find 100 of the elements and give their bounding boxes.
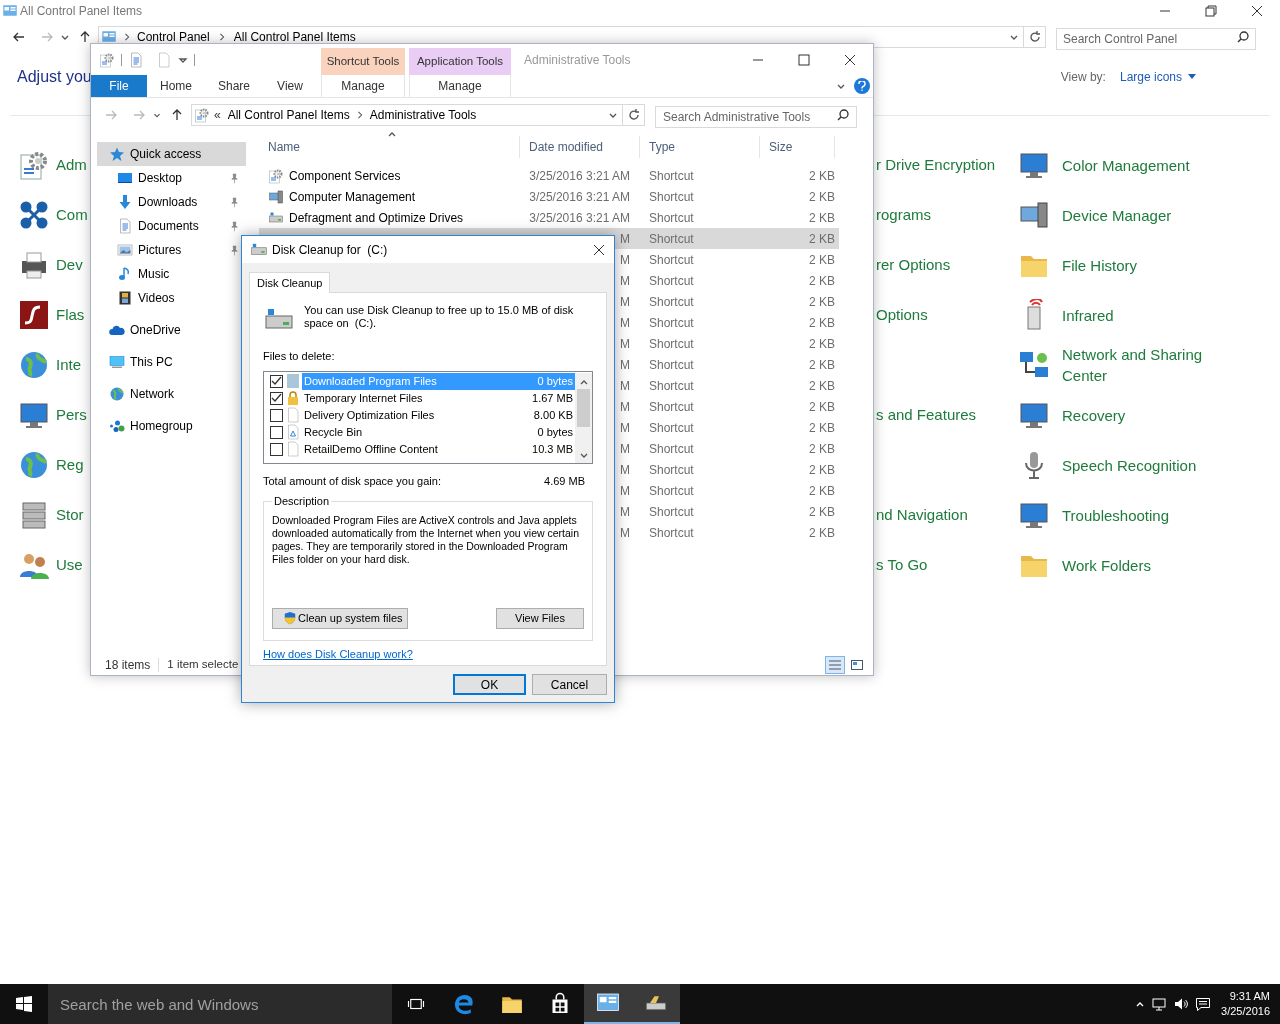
nodes-icon — [18, 199, 50, 231]
control-panel-link[interactable]: Reg — [56, 453, 84, 477]
scrollbar[interactable] — [575, 372, 592, 463]
control-panel-link[interactable]: s To Go — [876, 553, 928, 577]
control-panel-link[interactable]: Speech Recognition — [1062, 454, 1232, 476]
window-title: Administrative Tools — [524, 51, 631, 69]
address-bar[interactable]: « All Control Panel Items Administrative Tools — [191, 104, 645, 126]
column-header[interactable]: Size — [760, 136, 835, 158]
breadcrumb-item[interactable]: All Control Panel Items — [227, 106, 350, 124]
date-cell-text: 3/25/2016 3:21 AM — [529, 188, 630, 206]
file-category[interactable]: Temporary Internet Files 1.67 MB — [302, 389, 575, 407]
control-panel-link[interactable]: s and Features — [876, 403, 977, 427]
control-panel-link[interactable]: rograms — [876, 203, 931, 227]
taskbar-button[interactable] — [632, 984, 680, 1024]
column-header[interactable]: Date modified — [520, 136, 640, 158]
ribbon-tab[interactable]: View — [263, 75, 317, 97]
globe-icon — [18, 349, 50, 381]
control-panel-link[interactable]: Stor — [56, 503, 84, 527]
date-cell-text: M — [620, 524, 630, 542]
control-panel-link[interactable]: rer Options — [876, 253, 951, 277]
nav-item[interactable]: Music — [138, 265, 170, 283]
control-panel-link[interactable]: Com — [56, 203, 88, 227]
nav-item[interactable]: Documents — [138, 217, 199, 235]
column-header[interactable]: Type — [640, 136, 760, 158]
file-category[interactable]: Delivery Optimization Files 8.00 KB — [302, 406, 575, 424]
nav-label: This PC — [130, 354, 173, 371]
checkbox[interactable] — [270, 425, 283, 439]
category-name: Delivery Optimization Files — [304, 407, 435, 423]
file-category[interactable]: Recycle Bin 0 bytes — [302, 423, 575, 441]
help-button[interactable] — [854, 78, 870, 95]
control-panel-link[interactable]: Adm — [56, 153, 87, 177]
control-panel-link[interactable]: Color Management — [1062, 154, 1232, 176]
help-link[interactable]: How does Disk Cleanup work? — [263, 646, 593, 663]
category-name: Downloaded Program Files — [304, 373, 437, 389]
column-header[interactable]: Name — [259, 136, 520, 158]
breadcrumb-item[interactable]: Control Panel — [137, 28, 210, 46]
cancel-button[interactable]: Cancel — [532, 674, 607, 695]
dialog-tab[interactable]: Disk Cleanup — [249, 272, 331, 293]
control-panel-link[interactable]: Options — [876, 303, 928, 327]
overflow-chevrons[interactable]: « — [214, 106, 221, 124]
nav-label: Homegroup — [130, 418, 193, 435]
nav-item[interactable]: Downloads — [138, 193, 198, 211]
control-panel-link[interactable]: nd Navigation — [876, 503, 968, 527]
type-cell-text: Shortcut — [649, 209, 694, 227]
control-panel-link[interactable]: File History — [1062, 254, 1232, 276]
ribbon-tab[interactable]: Share — [205, 75, 263, 97]
checkbox[interactable] — [270, 408, 283, 422]
nav-item[interactable]: Pictures — [138, 241, 182, 259]
date-cell-text: M — [620, 398, 630, 416]
date-cell-text: M — [620, 314, 630, 332]
search-field[interactable]: Search Administrative Tools — [655, 106, 857, 128]
minimize-icon — [753, 58, 763, 61]
ribbon-tab[interactable]: Manage — [321, 75, 405, 97]
date-cell-text: M — [620, 482, 630, 500]
ribbon-tab[interactable]: File — [91, 75, 147, 97]
search-field[interactable]: Search Control Panel — [1056, 28, 1256, 50]
taskbar-button[interactable] — [584, 984, 632, 1024]
breadcrumb-item[interactable]: Administrative Tools — [369, 106, 477, 124]
control-panel-link[interactable]: Flas — [56, 303, 85, 327]
control-panel-link[interactable]: Infrared — [1062, 304, 1232, 326]
control-panel-link[interactable]: Network and Sharing Center — [1062, 344, 1232, 386]
file-row[interactable]: Defragment and Optimize Drives 3/25/2016 3:21 AM Shortcut 2 KB — [259, 207, 839, 228]
file-row[interactable]: Component Services 3/25/2016 3:21 AM Shortcut 2 KB — [259, 165, 839, 186]
forward-icon — [132, 108, 146, 122]
type-cell-text: Shortcut — [649, 524, 694, 542]
back-icon — [12, 30, 26, 44]
ribbon-tab[interactable]: Manage — [409, 75, 511, 97]
file-category[interactable]: RetailDemo Offline Content 10.3 MB — [302, 440, 575, 458]
type-cell-text: Shortcut — [649, 293, 694, 311]
breadcrumb-item[interactable]: All Control Panel Items — [233, 28, 356, 46]
size-cell-text: 2 KB — [809, 335, 835, 353]
clean-up-system-files-button[interactable]: Clean up system files — [272, 607, 408, 629]
control-panel-link[interactable]: r Drive Encryption — [876, 153, 996, 177]
view-files-button[interactable]: View Files — [496, 607, 584, 629]
back-icon — [104, 108, 118, 122]
checkbox[interactable] — [270, 442, 283, 456]
document-icon — [117, 218, 133, 234]
control-panel-link[interactable]: Dev — [56, 253, 83, 277]
control-panel-link[interactable]: Recovery — [1062, 404, 1232, 426]
file-icon — [285, 373, 301, 389]
checkbox[interactable] — [270, 374, 283, 388]
control-panel-link[interactable]: Device Manager — [1062, 204, 1232, 226]
control-panel-link[interactable]: Troubleshooting — [1062, 504, 1232, 526]
control-panel-link[interactable]: Use — [56, 553, 83, 577]
ribbon-tab[interactable]: Home — [147, 75, 205, 97]
nav-item[interactable]: Videos — [138, 289, 175, 307]
control-panel-link[interactable]: Inte — [56, 353, 82, 377]
control-panel-link[interactable]: Work Folders — [1062, 554, 1232, 576]
taskbar-search-field[interactable]: Search the web and Windows — [48, 984, 392, 1024]
nav-item[interactable]: Desktop — [138, 169, 183, 187]
ok-button[interactable]: OK — [453, 674, 526, 695]
category-name: Temporary Internet Files — [304, 390, 423, 406]
control-panel-link[interactable]: Pers — [56, 403, 87, 427]
size-cell-text: 2 KB — [809, 188, 835, 206]
nav-item[interactable]: Quick access — [97, 142, 246, 166]
file-row[interactable]: Computer Management 3/25/2016 3:21 AM Shortcut 2 KB — [259, 186, 839, 207]
desktop-icon — [117, 170, 133, 186]
checkbox[interactable] — [270, 391, 283, 405]
view-by-dropdown[interactable]: Large icons — [1119, 68, 1196, 86]
windows-logo-icon — [16, 996, 32, 1012]
